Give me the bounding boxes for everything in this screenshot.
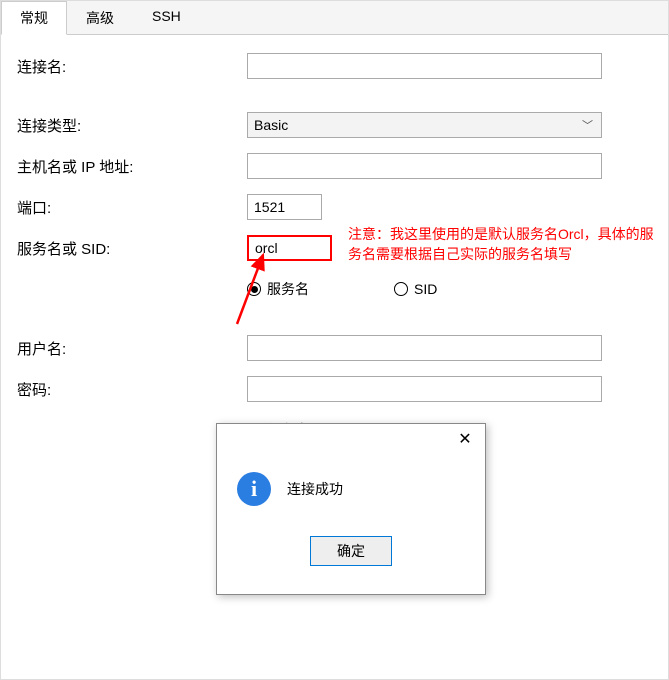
tab-bar: 常规 高级 SSH (1, 1, 668, 35)
message-dialog: ✕ i 连接成功 确定 (216, 423, 486, 595)
label-password: 密码: (17, 379, 247, 400)
dialog-message: 连接成功 (287, 479, 343, 499)
dialog-titlebar: ✕ (217, 424, 485, 454)
connection-type-value: Basic (254, 117, 288, 133)
port-input[interactable] (247, 194, 322, 220)
close-icon: ✕ (458, 429, 471, 449)
tab-ssh[interactable]: SSH (133, 1, 200, 34)
label-connection-name: 连接名: (17, 56, 247, 77)
tab-general[interactable]: 常规 (1, 1, 67, 35)
label-service-or-sid: 服务名或 SID: (17, 238, 247, 259)
radio-service-label: 服务名 (267, 279, 309, 299)
label-port: 端口: (17, 197, 247, 218)
label-connection-type: 连接类型: (17, 115, 247, 136)
tab-advanced[interactable]: 高级 (67, 1, 133, 34)
dialog-footer: 确定 (217, 516, 485, 580)
radio-icon-unchecked (394, 282, 408, 296)
radio-service-name[interactable]: 服务名 (247, 279, 309, 299)
close-button[interactable]: ✕ (445, 425, 485, 453)
form: 连接名: 连接类型: Basic ﹀ 主机名或 IP 地址: 端口: 服务名或 … (1, 35, 668, 476)
dialog-body: i 连接成功 (217, 454, 485, 516)
label-username: 用户名: (17, 338, 247, 359)
ok-button[interactable]: 确定 (310, 536, 392, 566)
connection-type-select[interactable]: Basic ﹀ (247, 112, 602, 138)
label-host: 主机名或 IP 地址: (17, 156, 247, 177)
radio-icon-checked (247, 282, 261, 296)
radio-group: 服务名 SID (247, 279, 437, 299)
info-icon: i (237, 472, 271, 506)
host-input[interactable] (247, 153, 602, 179)
service-input[interactable] (247, 235, 332, 261)
chevron-down-icon: ﹀ (582, 117, 593, 133)
connection-name-input[interactable] (247, 53, 602, 79)
username-input[interactable] (247, 335, 602, 361)
password-input[interactable] (247, 376, 602, 402)
radio-sid[interactable]: SID (394, 281, 437, 297)
radio-sid-label: SID (414, 281, 437, 297)
